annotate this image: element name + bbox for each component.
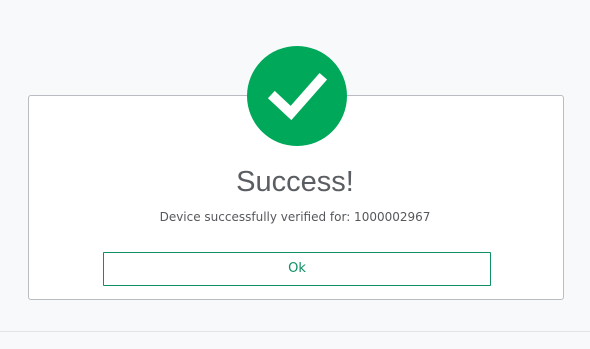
- checkmark-icon: [267, 72, 327, 121]
- ok-button[interactable]: Ok: [103, 252, 491, 286]
- dialog-message: Device successfully verified for: 100000…: [159, 210, 431, 224]
- success-badge: [247, 46, 347, 146]
- dialog-title: Success!: [236, 166, 354, 198]
- page-bottom-divider: [0, 331, 590, 332]
